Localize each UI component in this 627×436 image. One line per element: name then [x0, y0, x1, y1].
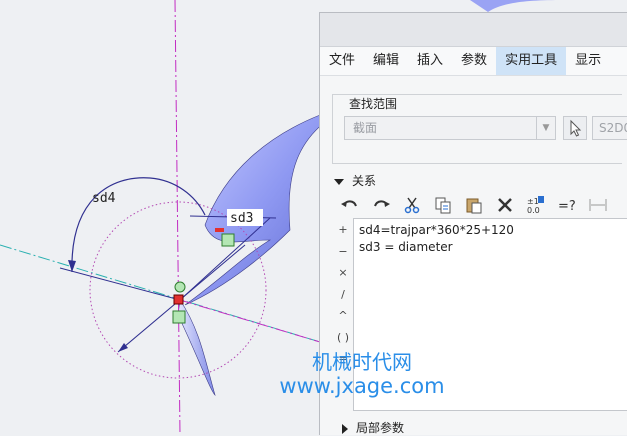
red-marker [215, 228, 224, 232]
menu-insert[interactable]: 插入 [408, 47, 452, 75]
cut-icon[interactable] [396, 192, 427, 218]
delete-icon[interactable] [489, 192, 520, 218]
op-minus[interactable]: − [334, 241, 352, 263]
menu-edit[interactable]: 编辑 [364, 47, 408, 75]
relations-section-header[interactable]: 关系 [334, 172, 376, 189]
dimension-icon[interactable] [582, 192, 613, 218]
swept-surface-top [470, 0, 560, 12]
constraint-icon-bottom[interactable] [172, 310, 186, 324]
menubar: 文件 编辑 插入 参数 实用工具 显示 [320, 47, 627, 76]
collapse-triangle-icon [334, 178, 344, 185]
menu-display[interactable]: 显示 [566, 47, 610, 75]
menu-file[interactable]: 文件 [320, 47, 364, 75]
section-name-field[interactable]: S2D0 [592, 116, 627, 140]
sd3-label[interactable]: sd3 [230, 211, 253, 226]
op-parentheses[interactable]: ( ) [334, 327, 352, 349]
op-multiply[interactable]: × [334, 262, 352, 284]
extension-line [59, 267, 181, 301]
dialog-titlebar[interactable] [320, 13, 627, 47]
undo-icon[interactable] [334, 192, 365, 218]
op-divide[interactable]: / [334, 284, 352, 306]
relations-toolbar: ±1 0.0 =? [334, 192, 613, 218]
select-pointer-button[interactable] [563, 116, 587, 140]
relation-line: sd3 = diameter [359, 240, 453, 254]
redo-icon[interactable] [365, 192, 396, 218]
constraint-icon-right[interactable] [221, 233, 235, 247]
op-plus[interactable]: + [334, 219, 352, 241]
expand-triangle-icon [342, 423, 348, 434]
relation-line: sd4=trajpar*360*25+120 [359, 223, 514, 237]
op-power[interactable]: ^ [334, 305, 352, 327]
chevron-down-icon[interactable]: ▼ [536, 117, 555, 139]
sd4-label[interactable]: sd4 [92, 191, 116, 206]
find-scope-title: 查找范围 [345, 95, 402, 112]
paste-icon[interactable] [458, 192, 489, 218]
relations-title: 关系 [352, 174, 377, 188]
origin-point[interactable] [173, 294, 184, 305]
local-params-section-header[interactable]: 局部参数 [342, 419, 404, 436]
menu-utilities[interactable]: 实用工具 [496, 47, 567, 75]
scope-type-select[interactable]: 截面 ▼ [344, 116, 556, 140]
svg-text:=?: =? [558, 199, 576, 214]
sort-icon[interactable]: ±1 0.0 [520, 192, 551, 218]
svg-text:±1: ±1 [527, 197, 539, 206]
vertical-axis [174, 0, 181, 435]
svg-text:0.0: 0.0 [527, 206, 540, 215]
local-params-title: 局部参数 [356, 421, 405, 435]
watermark-site-name: 机械时代网 [312, 350, 412, 374]
copy-icon[interactable] [427, 192, 458, 218]
evaluate-icon[interactable]: =? [551, 192, 582, 218]
constraint-icon-top[interactable] [174, 281, 186, 293]
watermark-url: www.jxage.com [279, 374, 445, 398]
menu-parameters[interactable]: 参数 [452, 47, 496, 75]
scope-type-value: 截面 [353, 121, 378, 135]
cursor-arrow-icon [570, 119, 582, 137]
